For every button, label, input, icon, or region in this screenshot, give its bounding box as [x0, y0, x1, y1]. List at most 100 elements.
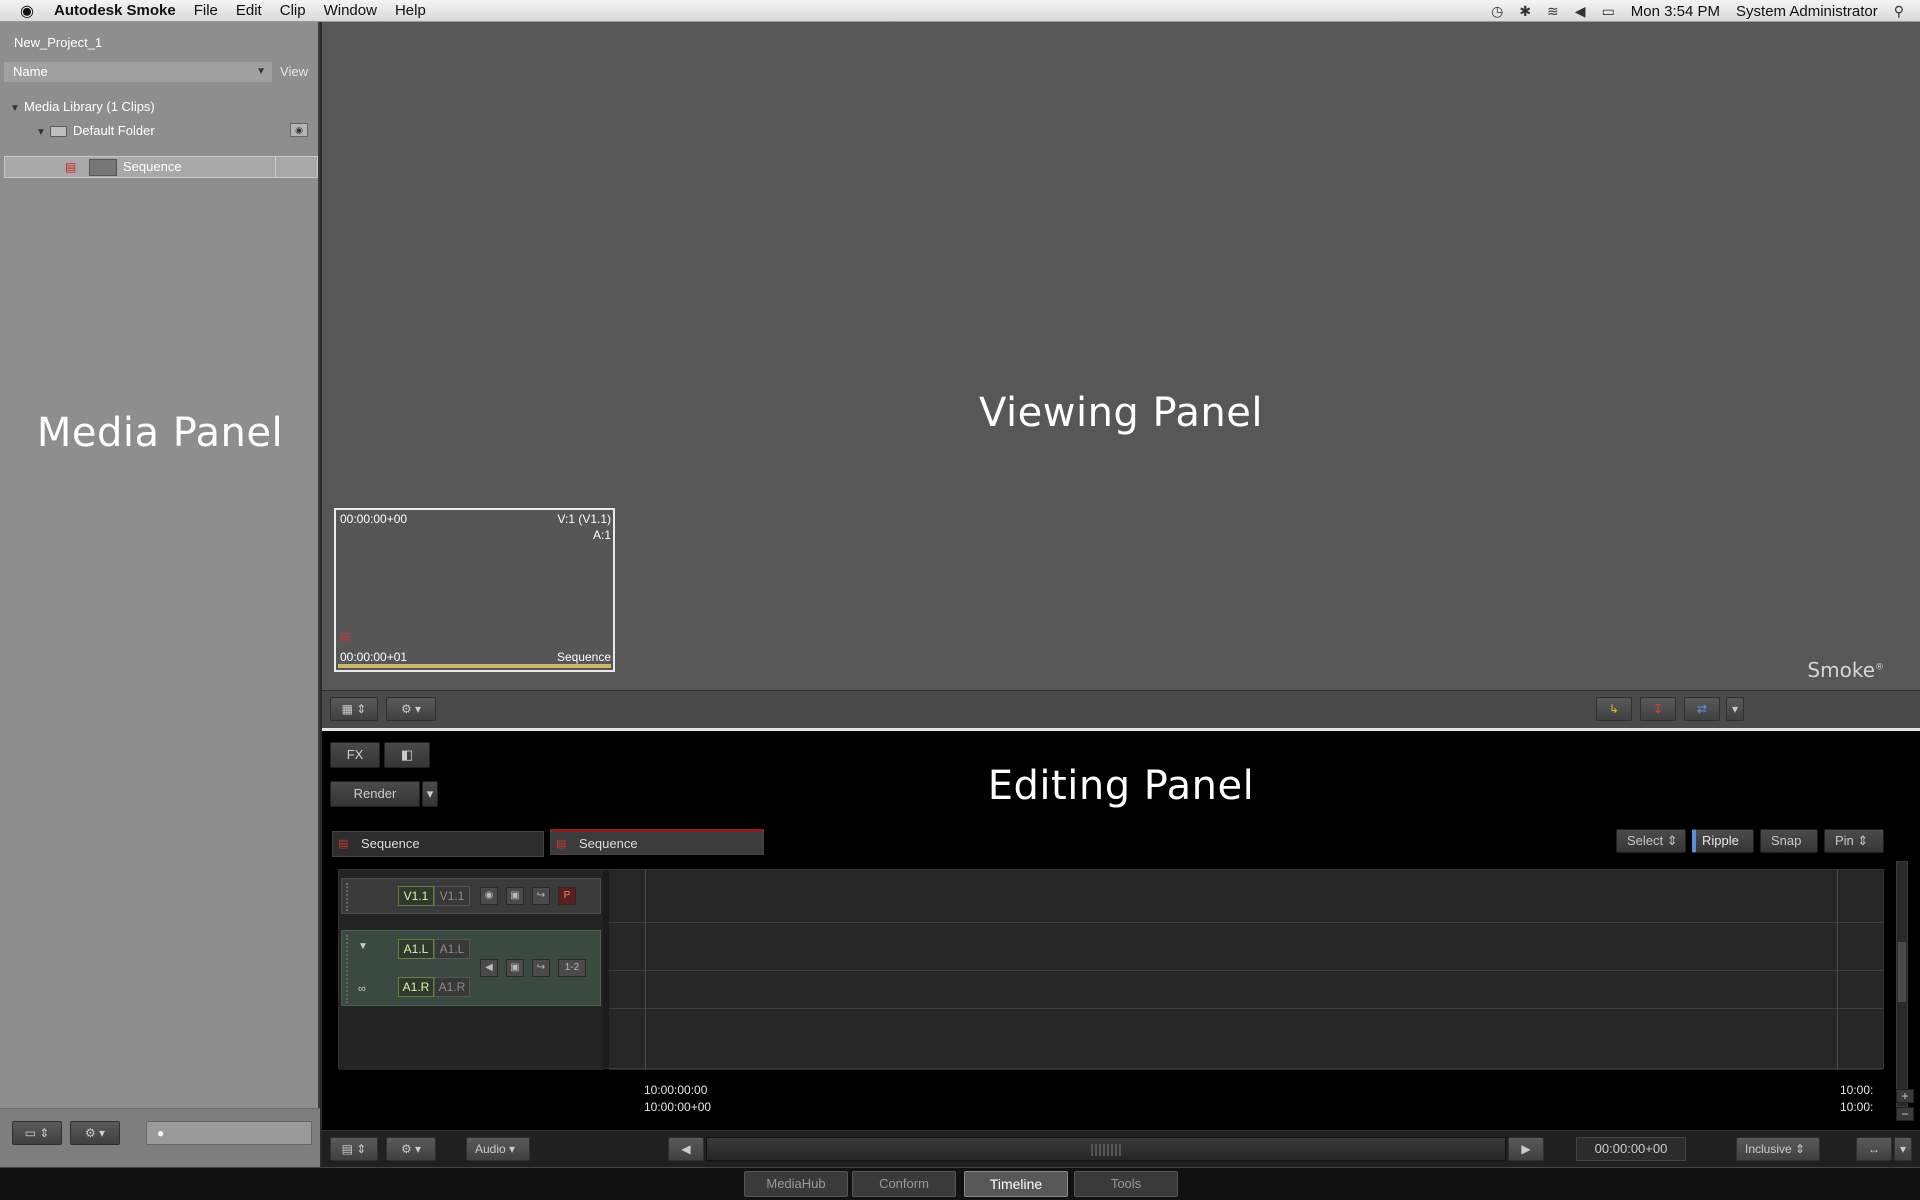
- gear-icon: ⚙ ▾: [400, 702, 422, 716]
- view-layout-stepper[interactable]: ▦ ⇕: [330, 697, 378, 721]
- replace-edit-button[interactable]: ⇄: [1684, 697, 1720, 721]
- primary-track-button[interactable]: P: [558, 887, 576, 905]
- scroll-right-button[interactable]: ▶: [1508, 1137, 1544, 1161]
- timeline-settings-button[interactable]: ⚙ ▾: [386, 1137, 436, 1161]
- settings-menu-button[interactable]: ⚙ ▾: [70, 1121, 120, 1145]
- speaker-icon[interactable]: ◀: [480, 959, 498, 977]
- audio-left-source-patch[interactable]: A1.L: [398, 939, 434, 959]
- audio-right-dest-patch[interactable]: A1.R: [434, 977, 470, 997]
- name-column-header[interactable]: Name ▼: [4, 62, 272, 82]
- logo-mark: ®: [1875, 662, 1884, 673]
- clip-view-toggle[interactable]: ◧: [384, 742, 430, 768]
- timeline-end-frames: 10:00:: [1840, 1100, 1874, 1114]
- tab-mediahub[interactable]: MediaHub: [744, 1171, 848, 1197]
- menu-file[interactable]: File: [194, 2, 218, 19]
- overwrite-edit-button[interactable]: ↧: [1640, 697, 1676, 721]
- audio-right-source-patch[interactable]: A1.R: [398, 977, 434, 997]
- scroll-left-button[interactable]: ◀: [668, 1137, 704, 1161]
- tab-sequence-source[interactable]: ▤ Sequence: [332, 831, 544, 857]
- fit-options-dropdown[interactable]: ▾: [1894, 1137, 1912, 1161]
- tab-tools[interactable]: Tools: [1074, 1171, 1178, 1197]
- layout-stepper[interactable]: ▭ ⇕: [12, 1121, 62, 1145]
- clip-view-icon: ◧: [400, 747, 414, 762]
- wifi-icon[interactable]: ≋: [1547, 3, 1559, 20]
- timeline-vertical-scrollbar[interactable]: [1896, 861, 1908, 1107]
- lock-icon[interactable]: ▣: [506, 959, 524, 977]
- disclosure-triangle-icon[interactable]: ▼: [36, 122, 50, 144]
- snap-toggle[interactable]: Snap: [1760, 829, 1818, 853]
- media-search-field[interactable]: ●: [146, 1121, 312, 1145]
- smoke-logo: Smoke®: [1807, 658, 1884, 682]
- disclosure-triangle-icon[interactable]: ▼: [10, 98, 24, 120]
- audio-channel-selector[interactable]: 1-2: [558, 959, 586, 977]
- app-tab-bar: MediaHub Conform Timeline Tools: [0, 1167, 1920, 1200]
- drag-handle[interactable]: [346, 935, 352, 1003]
- volume-icon[interactable]: ◀: [1575, 3, 1586, 20]
- track-divider: [609, 1008, 1883, 1009]
- sync-icon[interactable]: ↪: [532, 959, 550, 977]
- track-layout-stepper[interactable]: ▤ ⇕: [330, 1137, 378, 1161]
- bluetooth-icon[interactable]: ✱: [1519, 3, 1531, 20]
- ripple-toggle[interactable]: Ripple: [1692, 829, 1754, 853]
- eye-icon[interactable]: ◉: [290, 123, 308, 137]
- user-menu[interactable]: System Administrator: [1736, 3, 1878, 20]
- media-panel: New_Project_1 Name ▼ View ▼ Media Library…: [0, 22, 320, 1167]
- apple-menu-icon[interactable]: ◉: [0, 1, 54, 21]
- timeline-start-tc: 10:00:00:00: [644, 1083, 708, 1097]
- sequence-start-marker: [645, 870, 646, 1070]
- menu-window[interactable]: Window: [324, 2, 377, 19]
- sequence-row[interactable]: ▤ Sequence: [4, 156, 318, 178]
- app-menu[interactable]: Autodesk Smoke: [54, 2, 176, 19]
- viewer-settings-button[interactable]: ⚙ ▾: [386, 697, 436, 721]
- tab-sequence-active[interactable]: ▤ Sequence: [550, 829, 764, 855]
- time-machine-icon[interactable]: ◷: [1491, 3, 1503, 20]
- audio-left-dest-patch[interactable]: A1.L: [434, 939, 470, 959]
- drag-handle[interactable]: [346, 883, 352, 911]
- timecode-field[interactable]: 00:00:00+00: [1576, 1137, 1686, 1161]
- spotlight-search-icon[interactable]: ⚲: [1894, 3, 1904, 20]
- chevron-down-icon[interactable]: ▼: [256, 62, 266, 82]
- menu-clip[interactable]: Clip: [280, 2, 306, 19]
- insert-edit-button[interactable]: ↳: [1596, 697, 1632, 721]
- video-track-header[interactable]: V1.1 V1.1 ◉ ▣ ↪ P: [341, 878, 601, 914]
- pin-mode-stepper[interactable]: Pin ⇕: [1824, 829, 1884, 853]
- edit-type-dropdown[interactable]: ▾: [1726, 697, 1744, 721]
- select-mode-stepper[interactable]: Select ⇕: [1616, 829, 1686, 853]
- fx-button[interactable]: FX: [330, 742, 380, 768]
- scrollbar-thumb[interactable]: [1898, 942, 1906, 1002]
- timeline-horizontal-scrollbar[interactable]: [706, 1137, 1506, 1161]
- link-icon[interactable]: ∞: [358, 983, 366, 995]
- disclosure-triangle-icon[interactable]: ▼: [358, 941, 368, 952]
- media-panel-toolbar: ▭ ⇕ ⚙ ▾ ●: [0, 1108, 320, 1167]
- thumb-audio-tracks: A:1: [592, 528, 611, 542]
- render-options-dropdown[interactable]: ▾: [422, 781, 438, 807]
- sync-icon[interactable]: ↪: [532, 887, 550, 905]
- sequence-clip-thumbnail[interactable]: 00:00:00+00 V:1 (V1.1) A:1 ▤ 00:00:00+01…: [334, 508, 615, 672]
- media-library-row[interactable]: ▼ Media Library (1 Clips): [10, 96, 155, 118]
- zoom-in-button[interactable]: +: [1896, 1089, 1914, 1103]
- tab-timeline[interactable]: Timeline: [964, 1171, 1068, 1197]
- chevron-down-icon: ▾: [426, 786, 434, 801]
- audio-track-header[interactable]: ▼ ∞ A1.L A1.L A1.R A1.R ◀ ▣ ↪ 1-2: [341, 930, 601, 1006]
- default-folder-row[interactable]: ▼ Default Folder ◉: [36, 120, 308, 142]
- menu-help[interactable]: Help: [395, 2, 426, 19]
- render-button[interactable]: Render: [330, 781, 420, 807]
- video-source-patch[interactable]: V1.1: [398, 886, 434, 906]
- lock-icon[interactable]: ▣: [506, 887, 524, 905]
- zoom-out-button[interactable]: −: [1896, 1107, 1914, 1121]
- video-dest-patch[interactable]: V1.1: [434, 886, 470, 906]
- menu-edit[interactable]: Edit: [236, 2, 262, 19]
- timeline-tracks[interactable]: [609, 870, 1883, 1070]
- battery-icon[interactable]: ▭: [1602, 3, 1615, 20]
- clock[interactable]: Mon 3:54 PM: [1631, 3, 1720, 20]
- eye-icon[interactable]: ◉: [480, 887, 498, 905]
- scrollbar-thumb-grip[interactable]: [1091, 1144, 1123, 1156]
- view-button[interactable]: View: [272, 62, 316, 82]
- fit-to-window-button[interactable]: ↔: [1856, 1137, 1892, 1161]
- audio-dropdown[interactable]: Audio ▾: [466, 1137, 530, 1161]
- track-divider: [609, 1068, 1883, 1069]
- pin-mode-label: Pin: [1835, 833, 1854, 848]
- smoke-screen: ◉ Autodesk Smoke File Edit Clip Window H…: [0, 0, 1920, 1200]
- tab-conform[interactable]: Conform: [852, 1171, 956, 1197]
- inclusive-mode-stepper[interactable]: Inclusive ⇕: [1736, 1137, 1820, 1161]
